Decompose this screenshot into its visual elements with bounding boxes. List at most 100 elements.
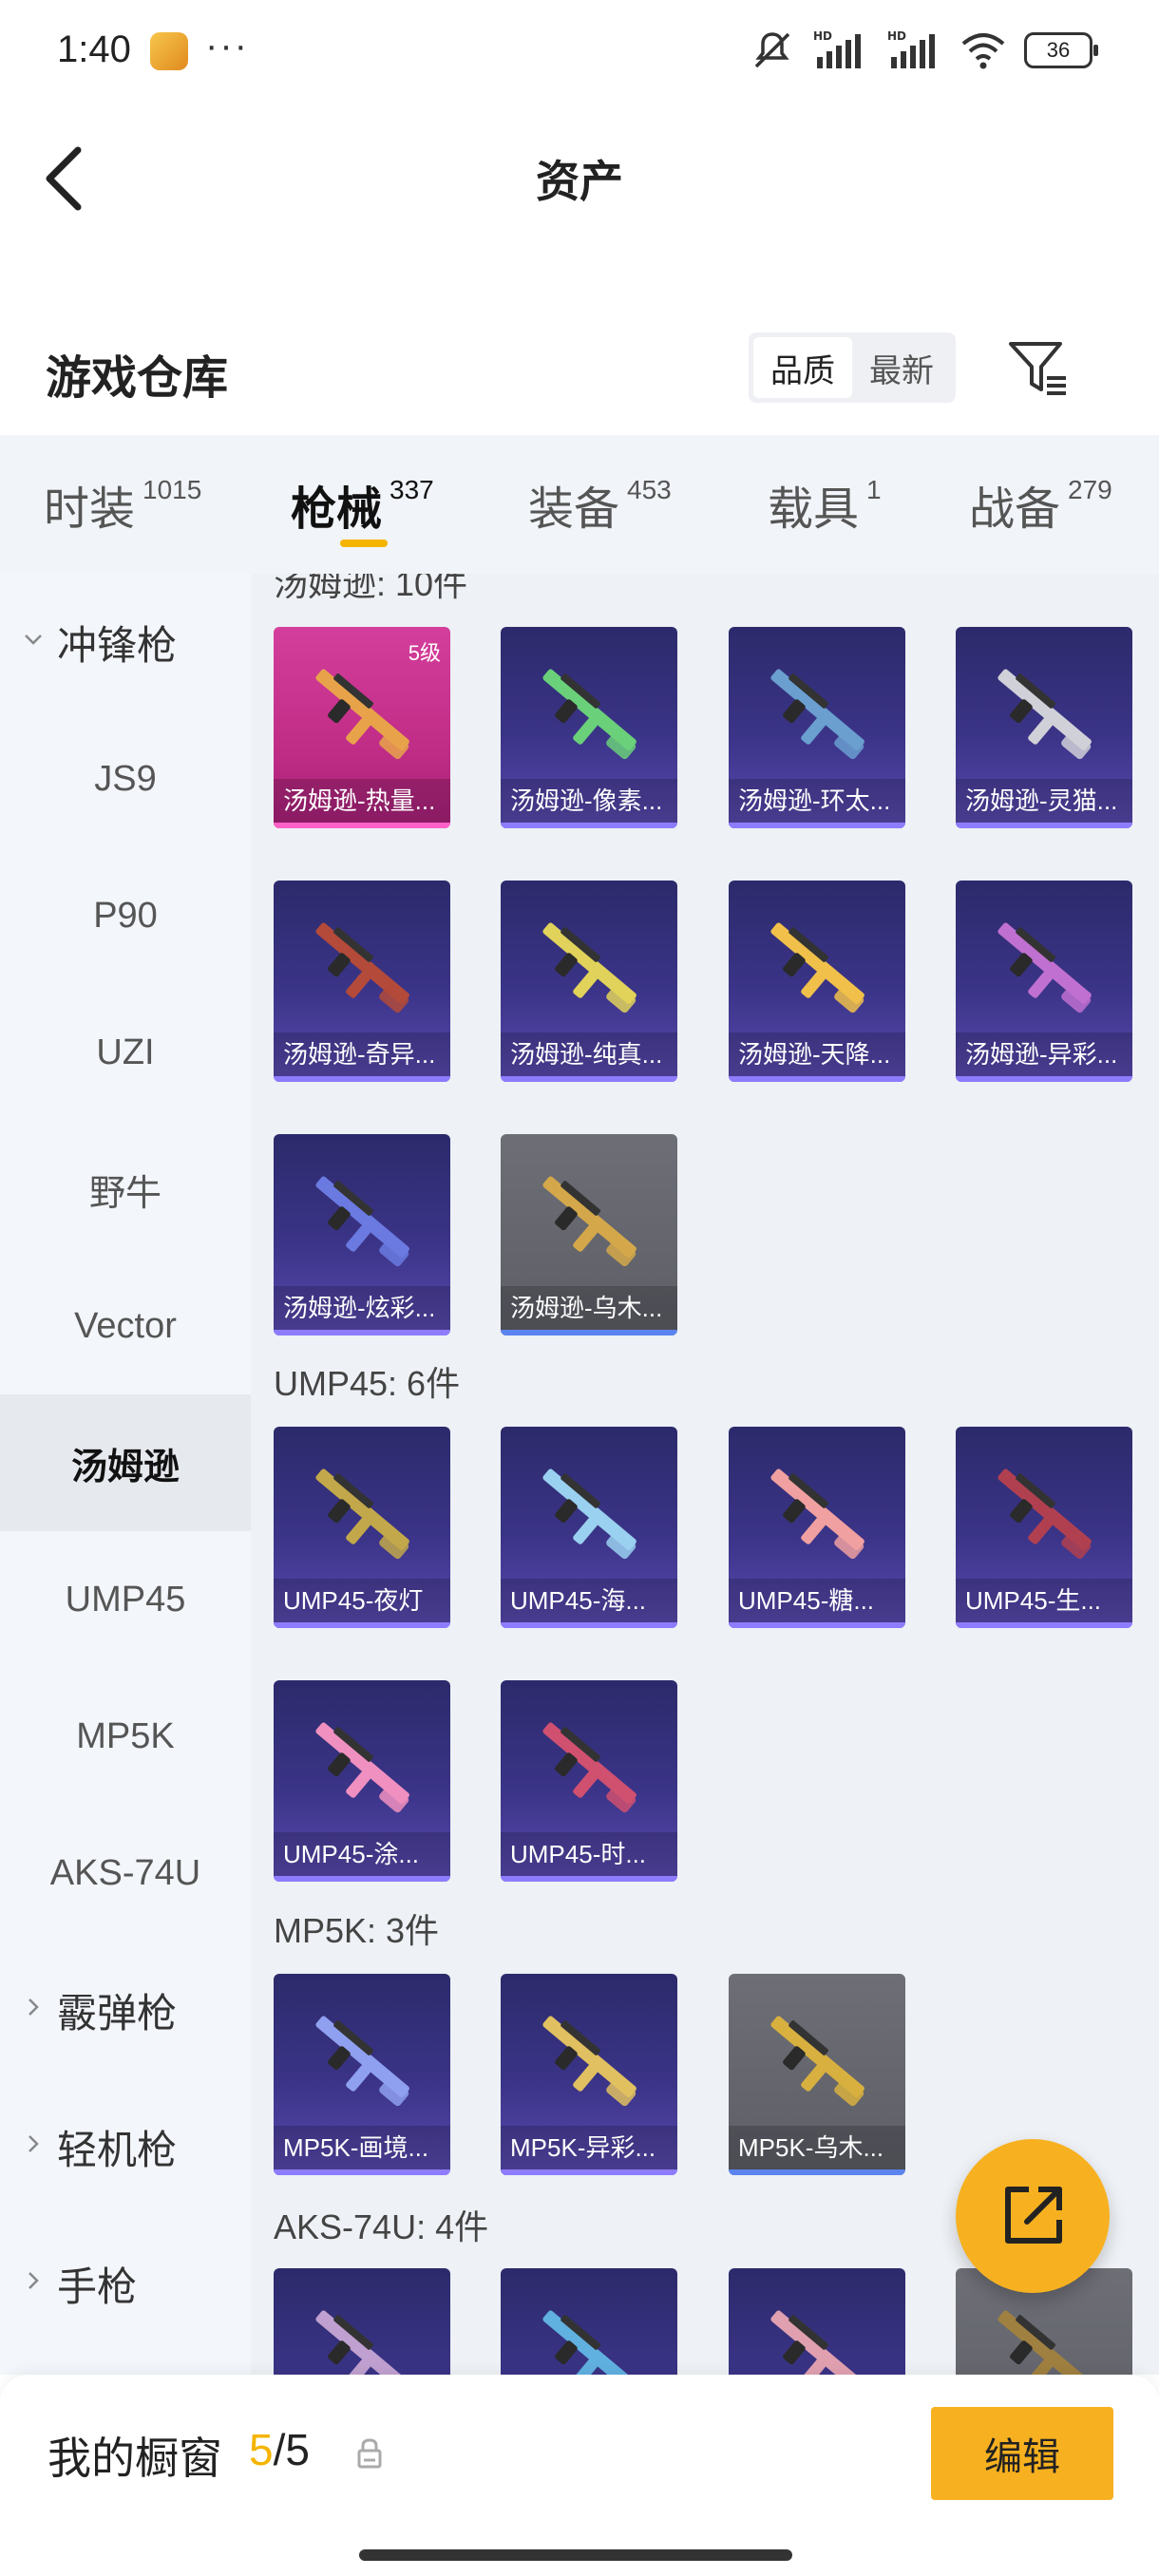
tab-fashion[interactable]: 时装 1015 (44, 471, 201, 538)
sort-by-newest[interactable]: 最新 (852, 337, 951, 398)
tab-equipment[interactable]: 装备 453 (528, 471, 672, 538)
active-tab-indicator (340, 540, 388, 547)
item-card[interactable]: 汤姆逊-纯真... (501, 881, 677, 1082)
item-card[interactable]: UMP45-生... (956, 1427, 1132, 1628)
sidebar-item-mp5k[interactable]: MP5K (0, 1668, 251, 1805)
item-card[interactable]: UMP45-海... (501, 1427, 677, 1628)
item-card[interactable]: UMP45-夜灯 (274, 1427, 450, 1628)
sidebar-item-bizon[interactable]: 野牛 (0, 1121, 251, 1258)
tab-count: 337 (390, 475, 434, 504)
item-name: UMP45-夜灯 (274, 1579, 450, 1622)
tab-firearms[interactable]: 枪械 337 (291, 471, 434, 538)
level-badge: 5级 (408, 641, 441, 665)
item-card[interactable]: UMP45-时... (501, 1680, 677, 1882)
category-tabs: 时装 1015 枪械 337 装备 453 载具 1 战备 279 (0, 435, 1159, 574)
hd-label: HD (813, 29, 832, 43)
share-button[interactable] (956, 2139, 1110, 2293)
tab-label: 战备 (969, 484, 1061, 535)
tab-vehicles[interactable]: 载具 1 (768, 471, 882, 538)
weapon-image-icon (770, 2310, 864, 2375)
weapon-image-icon (315, 669, 409, 760)
item-card[interactable]: UMP45-涂... (274, 1680, 450, 1882)
sidebar-item-ump45[interactable]: UMP45 (0, 1531, 251, 1668)
sidebar-item-label: 冲锋枪 (57, 622, 178, 668)
sidebar-item-p90[interactable]: P90 (0, 847, 251, 984)
item-name: UMP45-海... (501, 1579, 677, 1622)
weapon-image-icon (998, 1468, 1092, 1560)
tab-count: 279 (1068, 475, 1112, 504)
tab-count: 1015 (142, 475, 202, 504)
item-card[interactable]: MP5K-画境... (274, 1974, 450, 2175)
item-card[interactable]: 汤姆逊-乌木... (501, 1134, 677, 1335)
page-title: 资产 (536, 157, 623, 206)
sidebar-item-shotgun[interactable]: 霰弹枪 (0, 1941, 251, 2078)
sidebar-item-uzi[interactable]: UZI (0, 984, 251, 1121)
warehouse-title: 游戏仓库 (46, 353, 229, 404)
item-card[interactable]: 汤姆逊-炫彩... (274, 1134, 450, 1335)
tab-label: 时装 (44, 484, 136, 535)
item-card[interactable]: UMP45-糖... (729, 1427, 905, 1628)
item-card[interactable]: 汤姆逊-奇异... (274, 881, 450, 1082)
weapon-image-icon (315, 1722, 409, 1813)
sidebar-item-pistol[interactable]: 手枪 (0, 2215, 251, 2352)
sidebar-item-thompson[interactable]: 汤姆逊 (0, 1394, 251, 1531)
sidebar: 冲锋枪 JS9 P90 UZI 野牛 Vector 汤姆逊 UMP45 MP5K… (0, 574, 251, 2375)
sidebar-item-aks74u[interactable]: AKS-74U (0, 1805, 251, 1941)
weapon-image-icon (998, 922, 1092, 1013)
item-card[interactable]: 汤姆逊-异彩... (956, 881, 1132, 1082)
rarity-bar (729, 1076, 905, 1082)
weapon-image-icon (770, 922, 864, 1013)
item-card[interactable]: MP5K-异彩... (501, 1974, 677, 2175)
item-card[interactable]: 汤姆逊-天降... (729, 881, 905, 1082)
item-card[interactable] (729, 2268, 905, 2375)
filter-icon[interactable] (1005, 334, 1072, 401)
rarity-bar (274, 2169, 450, 2175)
item-card[interactable]: 5级汤姆逊-热量... (274, 627, 450, 828)
item-card[interactable]: MP5K-乌木... (729, 1974, 905, 2175)
item-name: 汤姆逊-奇异... (274, 1032, 450, 1076)
weapon-image-icon (315, 1468, 409, 1560)
mute-icon (754, 32, 790, 68)
rarity-bar (274, 823, 450, 828)
more-notifications-icon: ··· (205, 25, 249, 66)
chevron-right-icon (28, 2135, 39, 2152)
sidebar-item-lmg[interactable]: 轻机枪 (0, 2078, 251, 2215)
item-name: 汤姆逊-环太... (729, 779, 905, 823)
item-card[interactable]: 汤姆逊-灵猫... (956, 627, 1132, 828)
edit-button[interactable]: 编辑 (931, 2407, 1113, 2500)
item-card[interactable] (274, 2268, 450, 2375)
chevron-right-icon (28, 2272, 39, 2289)
sidebar-item-smg[interactable]: 冲锋枪 (0, 574, 251, 710)
showcase-title: 我的橱窗 (48, 2434, 222, 2483)
item-name: MP5K-画境... (274, 2126, 450, 2169)
battery-icon: 36 (1024, 32, 1098, 68)
item-name: 汤姆逊-异彩... (956, 1032, 1132, 1076)
signal-icon: HD (813, 29, 861, 68)
tab-supplies[interactable]: 战备 279 (969, 471, 1112, 538)
item-name: 汤姆逊-像素... (501, 779, 677, 823)
sort-by-quality[interactable]: 品质 (753, 337, 852, 398)
item-name: 汤姆逊-热量... (274, 779, 450, 823)
weapon-image-icon (542, 922, 636, 1013)
item-card[interactable]: 汤姆逊-环太... (729, 627, 905, 828)
showcase-count-total: 5 (285, 2425, 310, 2474)
sidebar-item-js9[interactable]: JS9 (0, 710, 251, 847)
section-title: 汤姆逊: 10件 (274, 574, 468, 603)
sidebar-item-vector[interactable]: Vector (0, 1258, 251, 1394)
weapon-image-icon (315, 2016, 409, 2107)
weapon-image-icon (315, 2310, 409, 2375)
weapon-image-icon (770, 669, 864, 760)
status-bar: 1:40 ··· HD HD 36 (0, 0, 1159, 104)
chevron-right-icon (28, 1998, 39, 2016)
item-card[interactable] (501, 2268, 677, 2375)
showcase-count-current: 5 (249, 2425, 274, 2474)
app-notification-icon (150, 32, 188, 70)
item-card[interactable]: 汤姆逊-像素... (501, 627, 677, 828)
hd-label-2: HD (887, 29, 906, 43)
weapon-image-icon (315, 922, 409, 1013)
share-external-icon (1005, 2187, 1062, 2244)
signal-icon-2: HD (887, 29, 935, 68)
weapon-image-icon (770, 1468, 864, 1560)
rarity-bar (501, 1876, 677, 1882)
rarity-bar (274, 1876, 450, 1882)
